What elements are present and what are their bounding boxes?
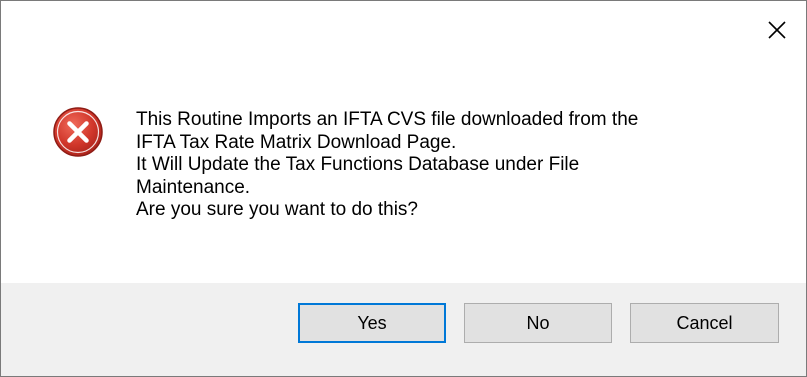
message-line: It Will Update the Tax Functions Databas… <box>136 154 580 175</box>
message-line: Are you sure you want to do this? <box>136 199 418 220</box>
no-button[interactable]: No <box>464 303 612 343</box>
close-icon <box>768 21 786 39</box>
message-dialog: This Routine Imports an IFTA CVS file do… <box>0 0 807 377</box>
message-line: IFTA Tax Rate Matrix Download Page. <box>136 131 457 153</box>
message-line: Maintenance. <box>136 176 251 198</box>
yes-button[interactable]: Yes <box>298 303 446 343</box>
cancel-button[interactable]: Cancel <box>630 303 779 343</box>
close-button[interactable] <box>754 11 800 49</box>
error-icon <box>53 107 103 157</box>
dialog-message: This Routine Imports an IFTA CVS file do… <box>136 109 776 222</box>
dialog-button-bar: Yes No Cancel <box>1 283 806 376</box>
dialog-content: This Routine Imports an IFTA CVS file do… <box>1 81 806 279</box>
message-line: This Routine Imports an IFTA CVS file do… <box>136 109 639 130</box>
